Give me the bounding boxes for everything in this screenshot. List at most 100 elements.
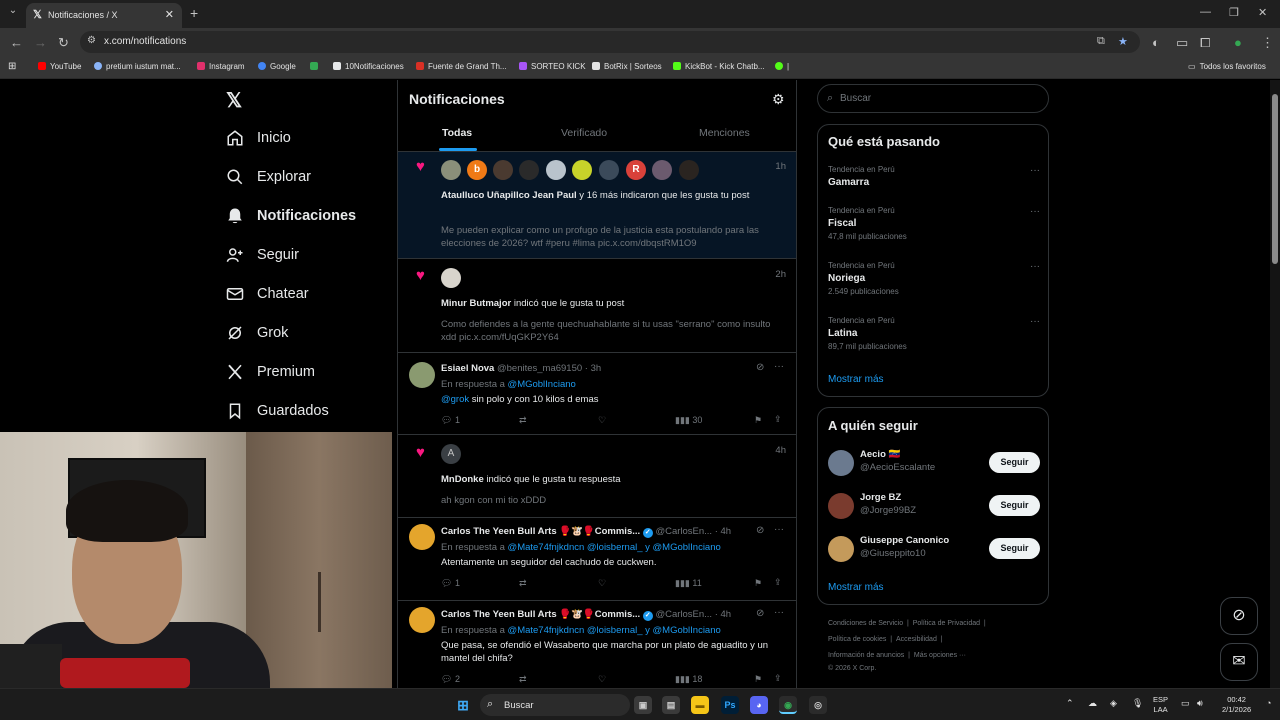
bookmark-kickbot[interactable]: KickBot - Kick Chatb... — [673, 62, 765, 71]
reply-action[interactable]: 💬︎ 2 — [441, 674, 460, 685]
network-icon[interactable]: ▭ — [1181, 698, 1190, 708]
tray-chevron-icon[interactable]: ⌃ — [1066, 698, 1074, 708]
chrome-menu-icon[interactable]: ⋮ — [1261, 35, 1274, 51]
footer-link[interactable]: Política de cookies — [828, 636, 886, 643]
grok-icon[interactable]: ⊘ — [756, 362, 764, 373]
sidebar-item-premium[interactable]: Premium — [226, 360, 386, 390]
trend-item[interactable]: Tendencia en Perú Gamarra ··· — [828, 165, 1040, 188]
avatar[interactable] — [828, 536, 854, 562]
bookmark-instagram[interactable]: Instagram — [197, 62, 245, 71]
bookmark-pretium[interactable]: pretium iustum mat... — [94, 62, 181, 71]
share-icon[interactable]: ⇪ — [774, 577, 782, 588]
tab-verificado[interactable]: Verificado — [561, 127, 607, 139]
trend-item[interactable]: Tendencia en Perú Noriega 2.549 publicac… — [828, 261, 1040, 296]
avatar[interactable] — [441, 268, 461, 288]
x-logo-icon[interactable]: 𝕏 — [226, 88, 242, 113]
footer-link[interactable]: Información de anuncios — [828, 652, 904, 659]
more-options-icon[interactable]: ··· — [1030, 316, 1040, 327]
footer-link[interactable]: Política de Privacidad — [913, 620, 980, 627]
app-icon[interactable]: ◎ — [809, 696, 827, 714]
suggested-user[interactable]: Giuseppe Canonico @Giuseppito10 Seguir — [828, 534, 1040, 564]
repost-icon[interactable]: ⇄ — [519, 578, 527, 589]
microphone-icon[interactable]: 🎙︎ — [1132, 698, 1143, 708]
avatar[interactable] — [519, 160, 539, 180]
close-tab-icon[interactable]: ✕ — [165, 8, 174, 21]
avatar[interactable] — [572, 160, 592, 180]
reload-icon[interactable]: ↻ — [58, 35, 69, 51]
reply-item[interactable]: Carlos The Yeen Bull Arts 🥊🐮🥊Commis... ✓… — [398, 601, 796, 688]
notification-item[interactable]: ♥ A 4h MnDonke indicó que le gusta tu re… — [398, 435, 796, 518]
task-view-icon[interactable]: ▣ — [634, 696, 652, 714]
extension-icon[interactable]: ◐ — [1152, 35, 1160, 50]
browser-tab[interactable]: 𝕏 Notificaciones / X ✕ — [26, 3, 182, 28]
footer-link[interactable]: Accesibilidad — [896, 636, 937, 643]
photoshop-icon[interactable]: Ps — [721, 696, 739, 714]
avatar[interactable]: R — [626, 160, 646, 180]
more-options-icon[interactable]: ··· — [1030, 165, 1040, 176]
language-indicator[interactable]: ESP LAA — [1153, 695, 1168, 715]
avatar[interactable] — [409, 524, 435, 550]
sidebar-item-grok[interactable]: Grok — [226, 321, 386, 351]
notification-item[interactable]: ♥ b R 1h Ataulluco Uñapillco Jean Paul y… — [398, 152, 796, 259]
app-icon[interactable]: ▤ — [662, 696, 680, 714]
messages-fab-icon[interactable]: ✉ — [1220, 643, 1258, 681]
settings-gear-icon[interactable]: ⚙ — [772, 91, 785, 108]
bookmark-google[interactable]: Google — [258, 62, 296, 71]
avatar[interactable] — [409, 362, 435, 388]
share-icon[interactable]: ⇪ — [774, 414, 782, 425]
trend-item[interactable]: Tendencia en Perú Latina 89,7 mil public… — [828, 316, 1040, 351]
sidebar-item-explorar[interactable]: Explorar — [226, 165, 386, 195]
bookmark-green[interactable]: | — [775, 62, 789, 71]
avatar[interactable] — [409, 607, 435, 633]
more-options-icon[interactable]: ··· — [774, 607, 784, 618]
tab-menciones[interactable]: Menciones — [699, 127, 750, 139]
bookmark-youtube[interactable]: YouTube — [38, 62, 81, 71]
profile-avatar-icon[interactable]: ● — [1234, 35, 1242, 50]
sidebar-item-notificaciones[interactable]: Notificaciones — [226, 204, 386, 234]
extensions-puzzle-icon[interactable]: ⧠ — [1200, 35, 1210, 51]
close-window-icon[interactable]: ✕ — [1258, 6, 1267, 19]
follow-button[interactable]: Seguir — [989, 452, 1040, 473]
discord-icon[interactable]: ◕ — [750, 696, 768, 714]
avatar[interactable] — [828, 493, 854, 519]
follow-button[interactable]: Seguir — [989, 538, 1040, 559]
omnibox[interactable]: ⚙ x.com/notifications ⧉ ★ — [80, 31, 1140, 53]
search-input[interactable]: ⌕ Buscar — [817, 84, 1049, 113]
footer-link[interactable]: Más opciones ··· — [914, 652, 966, 659]
more-options-icon[interactable]: ··· — [774, 361, 784, 372]
grok-icon[interactable]: ⊘ — [756, 608, 764, 619]
all-bookmarks[interactable]: ▭ Todos los favoritos — [1188, 62, 1266, 71]
tray-app-icon[interactable]: ☁ — [1088, 698, 1097, 708]
avatar[interactable]: A — [441, 444, 461, 464]
back-icon[interactable]: ← — [10, 35, 23, 50]
sidebar-item-guardados[interactable]: Guardados — [226, 399, 386, 429]
like-icon[interactable]: ♡ — [598, 578, 606, 589]
views-action[interactable]: ▮▮▮ 18 — [675, 674, 702, 685]
grok-icon[interactable]: ⊘ — [756, 525, 764, 536]
repost-icon[interactable]: ⇄ — [519, 674, 527, 685]
sidebar-item-inicio[interactable]: Inicio — [226, 126, 386, 156]
avatar[interactable] — [493, 160, 513, 180]
sidebar-item-chatear[interactable]: Chatear — [226, 282, 386, 312]
bookmark-botrix[interactable]: BotRix | Sorteos — [592, 62, 662, 71]
bookmark-icon[interactable]: ⚑ — [754, 674, 762, 685]
like-icon[interactable]: ♡ — [598, 415, 606, 426]
reply-item[interactable]: Esiael Nova @benites_ma69150 · 3h ⊘ ··· … — [398, 353, 796, 435]
restore-icon[interactable]: ❐ — [1229, 6, 1239, 19]
notification-item[interactable]: ♥ 2h Minur Butmajor indicó que le gusta … — [398, 259, 796, 353]
bookmark-sorteo-kick[interactable]: SORTEO KICK — [519, 62, 586, 71]
views-action[interactable]: ▮▮▮ 30 — [675, 415, 702, 426]
suggested-user[interactable]: Aecio 🇻🇪 @AecioEscalante Seguir — [828, 448, 1040, 478]
avatar[interactable]: b — [467, 160, 487, 180]
site-info-icon[interactable]: ⚙ — [87, 35, 96, 46]
media-icon[interactable]: ▭ — [1176, 35, 1188, 51]
reply-action[interactable]: 💬︎ 1 — [441, 578, 460, 589]
avatar[interactable] — [652, 160, 672, 180]
forward-icon[interactable]: → — [34, 35, 47, 50]
scrollbar[interactable] — [1270, 80, 1280, 688]
tray-app-icon[interactable]: ◈ — [1110, 698, 1117, 708]
volume-icon[interactable]: 🔊︎ — [1197, 698, 1203, 708]
bookmark-icon[interactable]: ⚑ — [754, 578, 762, 589]
more-options-icon[interactable]: ··· — [774, 524, 784, 535]
follow-button[interactable]: Seguir — [989, 495, 1040, 516]
